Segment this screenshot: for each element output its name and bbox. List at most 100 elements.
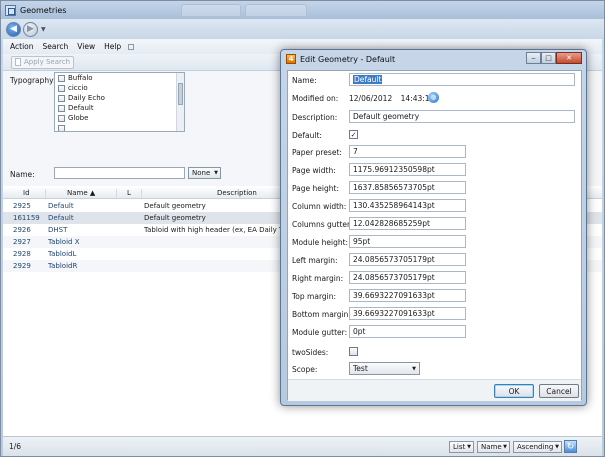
sort-field-select[interactable]: Name ▼ xyxy=(477,441,510,453)
paper-preset-field[interactable]: 7 xyxy=(349,145,466,158)
column-width-field[interactable]: 130.435258964143pt xyxy=(349,199,466,212)
modified-label: Modified on: xyxy=(292,94,339,103)
typography-checkbox[interactable] xyxy=(58,114,65,122)
back-arrow-icon[interactable]: ◀ xyxy=(6,21,21,37)
background-tab[interactable] xyxy=(245,4,307,16)
row-name: TabloidR xyxy=(48,262,78,270)
row-name: TabloidL xyxy=(48,250,77,258)
scope-row: Scope: Test ▼ xyxy=(288,361,581,378)
typography-label: Typography: xyxy=(10,76,56,85)
typography-list[interactable]: Buffalo ciccio Daily Echo Default Globe xyxy=(54,72,185,132)
typography-checkbox[interactable] xyxy=(58,84,65,92)
globe-icon[interactable]: ◍ xyxy=(428,92,439,103)
menu-action[interactable]: Action xyxy=(10,42,34,51)
forward-arrow-icon[interactable]: ▶ xyxy=(23,21,38,37)
right-margin-field[interactable]: 24.0856573705179pt xyxy=(349,271,466,284)
ok-button[interactable]: OK xyxy=(494,384,534,398)
chevron-down-icon: ▼ xyxy=(467,444,471,450)
description-field[interactable]: Default geometry xyxy=(349,110,575,123)
page-height-label: Page height: xyxy=(292,184,339,193)
two-sides-row: twoSides: xyxy=(288,344,581,361)
dialog-titlebar[interactable]: 4 Edit Geometry - Default ‒ □ ✕ xyxy=(281,50,586,68)
menu-search[interactable]: Search xyxy=(43,42,69,51)
row-id: 2925 xyxy=(13,202,31,210)
column-header-description[interactable]: Description xyxy=(217,189,257,197)
window-title: Geometries xyxy=(20,5,67,15)
list-item[interactable]: Default xyxy=(55,103,184,113)
refresh-icon[interactable]: ↻ xyxy=(564,440,577,453)
row-id: 161159 xyxy=(13,214,40,222)
columns-gutter-field[interactable]: 12.042828685259pt xyxy=(349,217,466,230)
default-checkbox[interactable]: ✓ xyxy=(349,130,358,139)
list-item[interactable]: Buffalo xyxy=(55,73,184,83)
modified-date: 12/06/2012 xyxy=(349,94,393,103)
typography-checkbox[interactable] xyxy=(58,104,65,112)
row-id: 2928 xyxy=(13,250,31,258)
typography-checkbox[interactable] xyxy=(58,74,65,82)
minimize-icon[interactable]: ‒ xyxy=(526,52,541,64)
close-icon[interactable]: ✕ xyxy=(556,52,582,64)
description-label: Description: xyxy=(292,113,338,122)
status-bar: 1/6 List ▼ Name ▼ Ascending ▼ ↻ xyxy=(3,436,602,456)
sort-field-value: Name xyxy=(481,443,502,451)
column-header-name[interactable]: Name ▲ xyxy=(67,189,95,197)
row-description: Tabloid with high header (ex, EA Daily T… xyxy=(144,226,303,234)
bottom-margin-field[interactable]: 39.6693227091633pt xyxy=(349,307,466,320)
navigation-bar: ◀ ▶ ▼ xyxy=(1,19,604,39)
list-item[interactable]: ciccio xyxy=(55,83,184,93)
column-divider[interactable] xyxy=(141,189,142,198)
match-mode-select[interactable]: None ▼ xyxy=(188,167,221,179)
two-sides-label: twoSides: xyxy=(292,348,329,357)
chevron-down-icon: ▼ xyxy=(503,444,507,450)
scrollbar-thumb[interactable] xyxy=(178,83,183,105)
list-item[interactable]: Globe xyxy=(55,113,184,123)
top-margin-row: Top margin: 39.6693227091633pt xyxy=(288,288,581,305)
cancel-button[interactable]: Cancel xyxy=(539,384,579,398)
typography-checkbox[interactable] xyxy=(58,94,65,102)
menu-view[interactable]: View xyxy=(77,42,95,51)
column-header-l[interactable]: L xyxy=(127,189,131,197)
history-dropdown-icon[interactable]: ▼ xyxy=(41,26,46,33)
module-gutter-field[interactable]: 0pt xyxy=(349,325,466,338)
row-description: Default geometry xyxy=(144,202,206,210)
paper-preset-label: Paper preset: xyxy=(292,148,342,157)
name-row: Name: Default xyxy=(288,72,581,89)
list-item[interactable]: Daily Echo xyxy=(55,93,184,103)
view-mode-select[interactable]: List ▼ xyxy=(449,441,474,453)
column-header-id[interactable]: Id xyxy=(23,189,30,197)
page-width-field[interactable]: 1175.96912350598pt xyxy=(349,163,466,176)
typography-checkbox[interactable] xyxy=(58,124,65,131)
app-logo-icon: 4 xyxy=(286,54,296,64)
background-tab[interactable] xyxy=(181,4,241,16)
page-count: 1/6 xyxy=(9,442,22,451)
chevron-down-icon: ▼ xyxy=(412,365,416,372)
column-divider[interactable] xyxy=(45,189,46,198)
list-item[interactable] xyxy=(55,123,184,131)
top-margin-field[interactable]: 39.6693227091633pt xyxy=(349,289,466,302)
bottom-margin-row: Bottom margin: 39.6693227091633pt xyxy=(288,306,581,323)
window-titlebar[interactable]: Geometries xyxy=(1,1,604,19)
menu-grip-icon[interactable] xyxy=(128,43,135,50)
match-mode-value: None xyxy=(192,169,211,177)
right-margin-label: Right margin: xyxy=(292,274,344,283)
right-margin-row: Right margin: 24.0856573705179pt xyxy=(288,270,581,287)
menu-help[interactable]: Help xyxy=(104,42,121,51)
left-margin-field[interactable]: 24.0856573705179pt xyxy=(349,253,466,266)
description-row: Description: Default geometry xyxy=(288,109,581,126)
page-height-field[interactable]: 1637.85856573705pt xyxy=(349,181,466,194)
maximize-icon[interactable]: □ xyxy=(541,52,556,64)
typography-scrollbar[interactable] xyxy=(176,73,184,131)
default-row: Default: ✓ xyxy=(288,127,581,144)
column-divider[interactable] xyxy=(116,189,117,198)
sort-order-select[interactable]: Ascending ▼ xyxy=(513,441,562,453)
edit-geometry-dialog: 4 Edit Geometry - Default ‒ □ ✕ Name: De… xyxy=(280,49,587,406)
dialog-footer: OK Cancel xyxy=(288,379,581,401)
name-filter-input[interactable] xyxy=(54,167,185,179)
row-name: DHST xyxy=(48,226,68,234)
left-margin-row: Left margin: 24.0856573705179pt xyxy=(288,252,581,269)
name-field[interactable]: Default xyxy=(349,73,575,86)
scope-select[interactable]: Test ▼ xyxy=(349,362,420,375)
two-sides-checkbox[interactable] xyxy=(349,347,358,356)
apply-search-button[interactable]: Apply Search xyxy=(11,55,75,69)
module-height-field[interactable]: 95pt xyxy=(349,235,466,248)
